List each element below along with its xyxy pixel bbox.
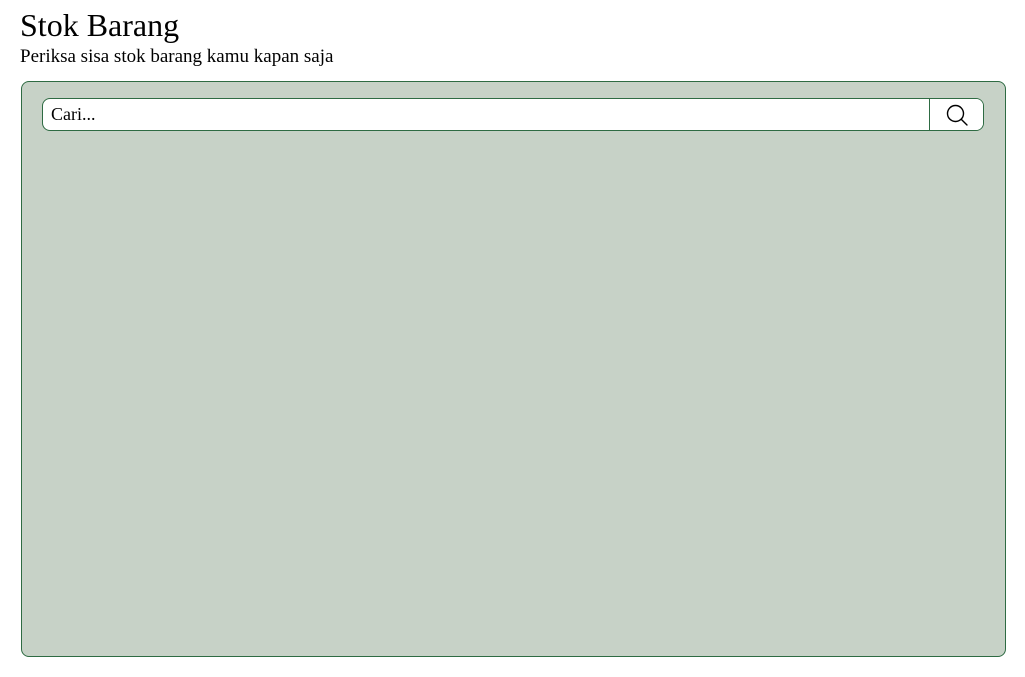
page-subtitle: Periksa sisa stok barang kamu kapan saja — [20, 46, 334, 67]
search-icon — [946, 104, 968, 126]
stock-panel — [21, 81, 1006, 657]
search-button[interactable] — [929, 99, 983, 130]
search-bar — [42, 98, 984, 131]
search-input[interactable] — [43, 99, 929, 130]
page-title: Stok Barang — [20, 7, 180, 43]
